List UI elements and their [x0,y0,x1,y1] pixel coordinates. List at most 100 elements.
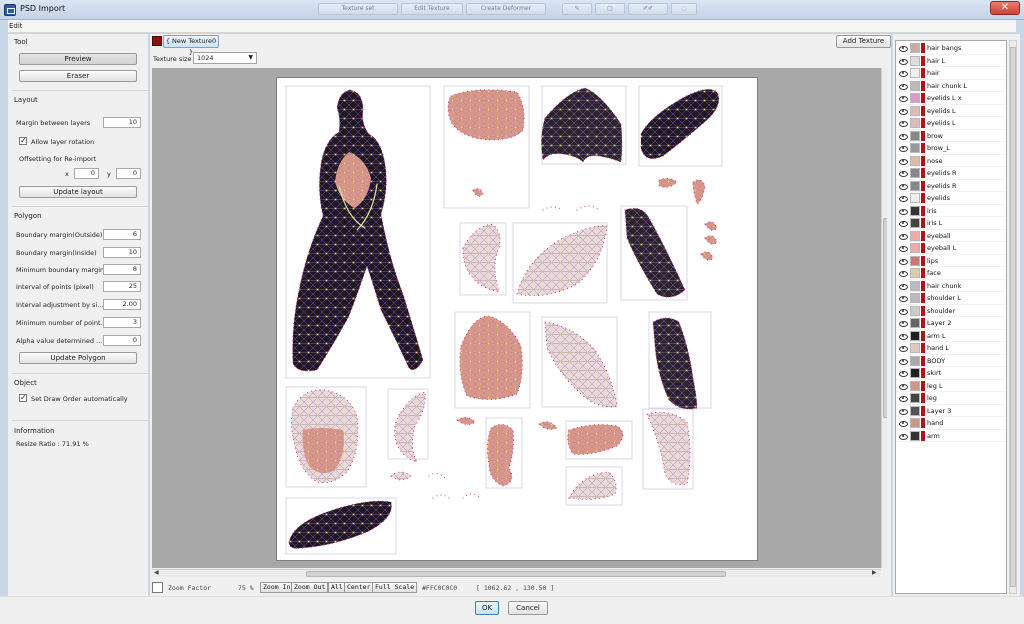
layer-row[interactable]: brow_L [896,142,1006,155]
horizontal-scroll-thumb[interactable] [306,571,726,577]
layer-row[interactable]: hair bangs [896,42,1006,55]
texture-canvas[interactable] [152,68,887,568]
layer-row[interactable]: eyelids L [896,117,1006,130]
eye-visibility-icon[interactable] [899,58,908,65]
edit-texture-button[interactable]: Edit Texture [401,3,463,15]
eye-visibility-icon[interactable] [899,333,908,340]
eye-visibility-icon[interactable] [899,308,908,315]
eye-visibility-icon[interactable] [899,320,908,327]
layer-row[interactable]: BODY [896,355,1006,367]
layer-row[interactable]: eyelids L x [896,92,1006,105]
alpha-value-input[interactable]: 0 [103,335,141,346]
layer-row[interactable]: eyeball [896,230,1006,242]
layer-row[interactable]: eyelids L [896,105,1006,117]
layer-row[interactable]: iris [896,205,1006,217]
layer-row[interactable]: shoulder [896,305,1006,317]
eye-visibility-icon[interactable] [899,233,908,240]
zoom-in-button[interactable]: Zoom In [260,582,294,593]
layer-row[interactable]: skirt [896,367,1006,380]
min-boundary-input[interactable]: 8 [103,264,141,275]
update-polygon-button[interactable]: Update Polygon [19,352,137,364]
layer-row[interactable]: hair chunk [896,280,1006,292]
layer-row[interactable]: hair L [896,55,1006,67]
eye-visibility-icon[interactable] [899,295,908,302]
zoom-out-button[interactable]: Zoom Out [291,582,329,593]
layer-row[interactable]: arm [896,430,1006,442]
eye-visibility-icon[interactable] [899,395,908,402]
eye-visibility-icon[interactable] [899,283,908,290]
eye-visibility-icon[interactable] [899,258,908,265]
update-layout-button[interactable]: Update layout [19,186,137,198]
layer-row[interactable]: hair chunk L [896,80,1006,92]
center-button[interactable]: Center [344,582,374,593]
layer-row[interactable]: nose [896,155,1006,167]
layer-row[interactable]: eyelids R [896,167,1006,180]
offset-x-input[interactable]: 0 [74,168,99,179]
eye-visibility-icon[interactable] [899,383,908,390]
layer-row[interactable]: shoulder L [896,292,1006,305]
eye-visibility-icon[interactable] [899,95,908,102]
brush-icon[interactable]: ✐✐ [628,3,668,15]
select-icon[interactable]: ▢ [595,3,625,15]
add-texture-button[interactable]: Add Texture [836,35,891,48]
extra-icon[interactable]: ◌ [671,3,697,15]
close-window-button[interactable]: ✕ [990,1,1020,15]
layer-row[interactable]: Layer 2 [896,317,1006,330]
allow-rotation-checkbox[interactable] [19,136,27,145]
eye-visibility-icon[interactable] [899,70,908,77]
layer-list[interactable]: hair bangs hair L hair hair chunk L eyelids … [895,40,1007,594]
layer-row[interactable]: hair [896,67,1006,80]
layer-row[interactable]: brow [896,130,1006,142]
interval-adjust-input[interactable]: 2.00 [103,299,141,310]
layers-scrollbar[interactable] [1009,40,1017,594]
eye-visibility-icon[interactable] [899,245,908,252]
layer-row[interactable]: eyeball L [896,242,1006,255]
create-deformer-button[interactable]: Create Deformer [466,3,546,15]
eye-visibility-icon[interactable] [899,358,908,365]
eye-visibility-icon[interactable] [899,145,908,152]
eye-visibility-icon[interactable] [899,345,908,352]
eye-visibility-icon[interactable] [899,408,908,415]
eye-visibility-icon[interactable] [899,370,908,377]
scroll-left-icon[interactable]: ◀ [154,569,159,576]
eye-visibility-icon[interactable] [899,433,908,440]
eye-visibility-icon[interactable] [899,158,908,165]
texture-atlas[interactable] [276,77,758,561]
boundary-inside-input[interactable]: 10 [103,247,141,258]
draw-order-checkbox[interactable] [19,393,27,402]
layer-row[interactable]: lips [896,255,1006,267]
eye-visibility-icon[interactable] [899,270,908,277]
texture-size-select[interactable]: 1024 ▼ [193,52,257,64]
margin-input[interactable]: 10 [103,117,141,128]
offset-y-input[interactable]: 0 [116,168,141,179]
layer-row[interactable]: eyelids R [896,180,1006,192]
layer-row[interactable]: Layer 3 [896,405,1006,417]
full-scale-button[interactable]: Full Scale [372,582,418,593]
layer-row[interactable]: face [896,267,1006,280]
eye-visibility-icon[interactable] [899,45,908,52]
eye-visibility-icon[interactable] [899,108,908,115]
cancel-button[interactable]: Cancel [508,601,548,615]
layers-scroll-thumb[interactable] [1010,47,1016,587]
eye-visibility-icon[interactable] [899,83,908,90]
eye-visibility-icon[interactable] [899,183,908,190]
canvas-horizontal-scrollbar[interactable]: ◀ ▶ [152,569,881,577]
layer-row[interactable]: arm L [896,330,1006,342]
layer-row[interactable]: hand [896,417,1006,430]
eye-visibility-icon[interactable] [899,208,908,215]
layer-row[interactable]: leg [896,392,1006,405]
texture-color-swatch[interactable] [152,36,162,46]
vertical-scroll-thumb[interactable] [883,218,887,418]
eye-visibility-icon[interactable] [899,133,908,140]
scroll-right-icon[interactable]: ▶ [872,569,877,576]
eraser-button[interactable]: Eraser [19,70,137,82]
point-interval-input[interactable]: 25 [103,281,141,292]
eye-visibility-icon[interactable] [899,170,908,177]
eye-visibility-icon[interactable] [899,195,908,202]
layer-row[interactable]: hand L [896,342,1006,355]
ok-button[interactable]: OK [475,601,499,615]
eye-visibility-icon[interactable] [899,120,908,127]
menu-edit[interactable]: Edit [9,22,23,30]
boundary-outside-input[interactable]: 6 [103,229,141,240]
texture-set-button[interactable]: Texture set [318,3,398,15]
